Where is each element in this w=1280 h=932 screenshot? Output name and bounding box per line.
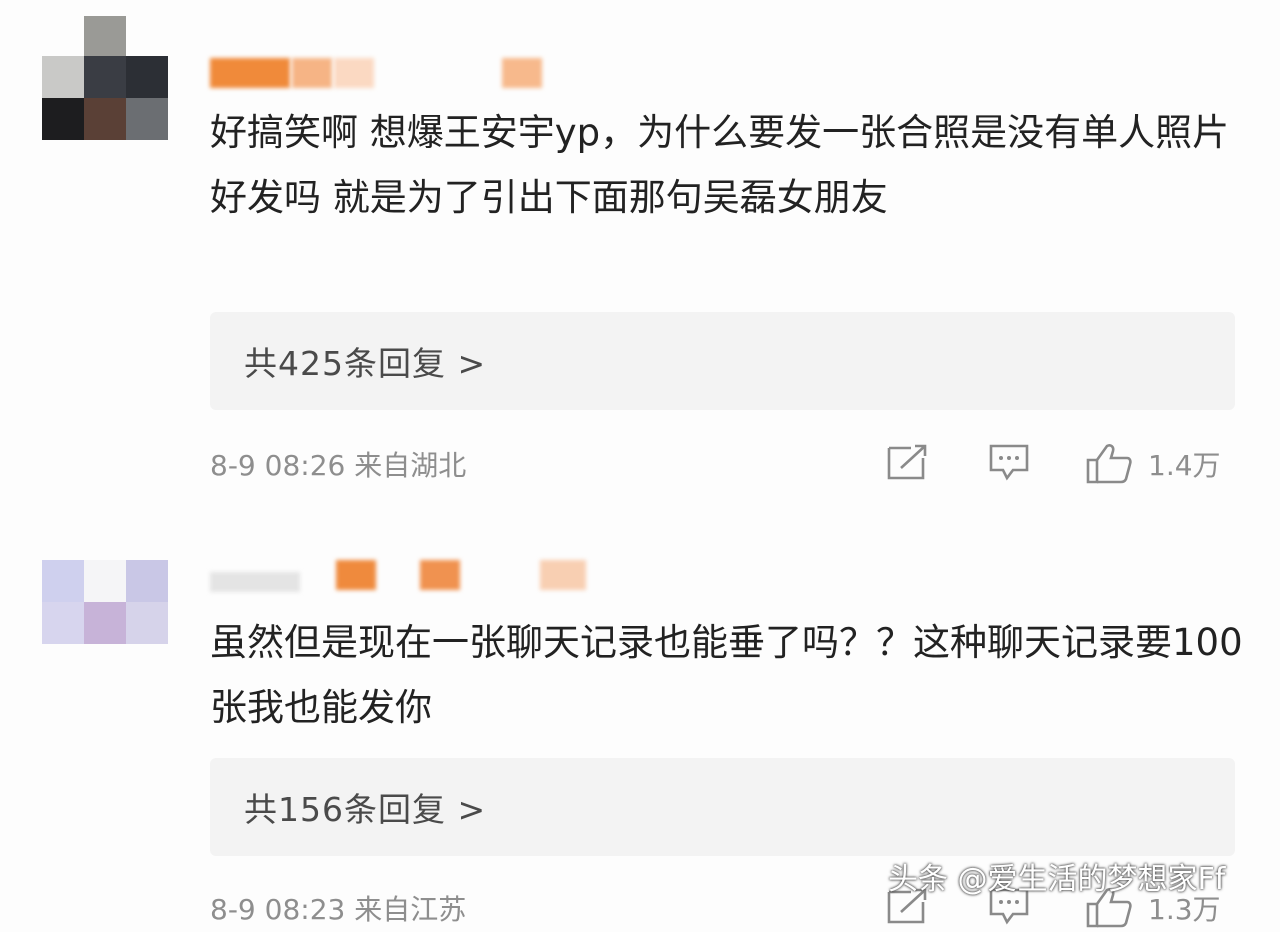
comment-actions: 1.4万	[880, 438, 1235, 488]
comment-text: 好搞笑啊 想爆王安宇yp，为什么要发一张合照是没有单人照片好发吗 就是为了引出下…	[210, 111, 1230, 219]
avatar-blur-top	[84, 16, 126, 56]
username-redacted	[336, 560, 376, 590]
avatar[interactable]	[42, 56, 168, 140]
share-icon[interactable]	[885, 442, 929, 482]
view-replies-button[interactable]: 共425条回复 >	[210, 312, 1235, 410]
like-icon[interactable]	[1085, 442, 1133, 484]
location: 来自江苏	[354, 893, 467, 926]
user-badge-redacted	[502, 58, 542, 88]
timestamp: 8-9 08:26	[210, 449, 346, 482]
like-count: 1.4万	[1148, 449, 1221, 482]
username-redacted[interactable]	[210, 58, 290, 88]
view-replies-button[interactable]: 共156条回复 >	[210, 758, 1235, 856]
location: 来自湖北	[354, 449, 467, 482]
comment-item: 好搞笑啊 想爆王安宇yp，为什么要发一张合照是没有单人照片好发吗 就是为了引出下…	[0, 0, 1280, 520]
watermark: 头条 @爱生活的梦想家Ff	[888, 862, 1226, 897]
comment-meta: 8-9 08:26 来自湖北	[210, 444, 466, 484]
comment-icon[interactable]	[987, 442, 1031, 482]
user-badge-redacted	[540, 560, 586, 590]
replies-label: 共425条回复 >	[244, 344, 487, 383]
username-redacted	[292, 58, 332, 88]
replies-label: 共156条回复 >	[244, 790, 487, 829]
comment-text: 虽然但是现在一张聊天记录也能垂了吗？？这种聊天记录要100张我也能发你	[210, 621, 1243, 729]
username-redacted	[420, 560, 460, 590]
username-redacted[interactable]	[210, 572, 300, 592]
avatar[interactable]	[42, 560, 168, 644]
timestamp: 8-9 08:23	[210, 893, 346, 926]
username-redacted	[334, 58, 374, 88]
comment-meta: 8-9 08:23 来自江苏	[210, 888, 466, 928]
